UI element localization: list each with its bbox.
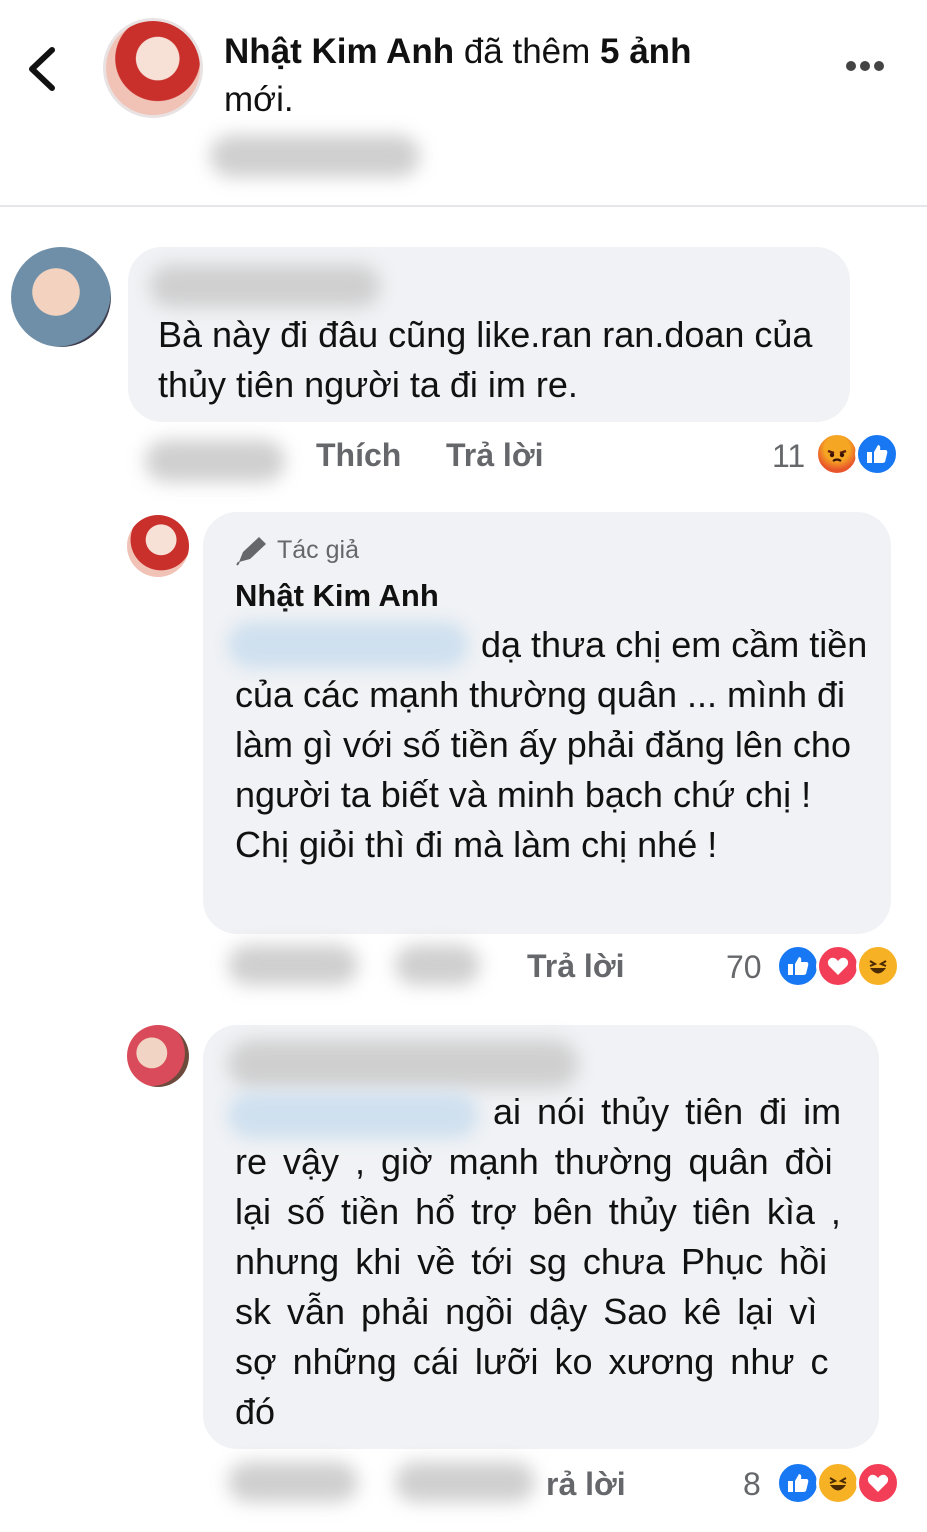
redacted-like <box>395 945 480 985</box>
divider <box>0 205 927 207</box>
commenter-avatar[interactable] <box>11 247 111 347</box>
new-text: mới. <box>224 80 294 119</box>
author-avatar-small[interactable] <box>127 515 189 577</box>
chevron-left-icon <box>29 47 55 91</box>
redacted-commenter-name <box>150 265 380 307</box>
redacted-like <box>395 1462 535 1502</box>
pen-icon <box>235 534 269 571</box>
redacted-timestamp <box>210 135 420 177</box>
haha-icon <box>816 1461 860 1505</box>
haha-icon <box>856 944 900 988</box>
reply-author-name[interactable]: Nhật Kim Anh <box>235 578 439 614</box>
love-icon <box>816 944 860 988</box>
post-header-title: Nhật Kim Anh đã thêm 5 ảnh mới. <box>224 28 784 124</box>
commenter-avatar-small[interactable] <box>127 1025 189 1087</box>
more-dots-icon <box>846 61 856 71</box>
more-options-button[interactable] <box>846 58 888 78</box>
back-button[interactable] <box>22 44 62 94</box>
reaction-count[interactable]: 70 <box>726 949 762 986</box>
author-badge: Tác giả <box>277 536 359 564</box>
author-avatar[interactable] <box>103 18 203 118</box>
added-text: đã thêm <box>463 32 591 71</box>
redacted-time <box>228 1462 358 1502</box>
like-icon <box>776 944 820 988</box>
angry-icon <box>815 432 859 476</box>
like-icon <box>776 1461 820 1505</box>
comment-text: Bà này đi đâu cũng like.ran ran.doan của… <box>158 314 813 405</box>
reply-text: dạ thưa chị em cầm tiền của các mạnh thư… <box>235 624 868 865</box>
redacted-time <box>145 440 285 482</box>
redacted-commenter-name <box>228 1040 578 1088</box>
photo-count[interactable]: 5 ảnh <box>600 32 691 71</box>
love-icon <box>856 1461 900 1505</box>
reply-button[interactable]: Trả lời <box>446 437 543 474</box>
reaction-count[interactable]: 8 <box>743 1466 761 1503</box>
reply-button[interactable]: Trả lời <box>527 948 624 985</box>
comment-text: ai nói thủy tiên đi im re vậy , giờ mạnh… <box>235 1091 842 1432</box>
redacted-time <box>228 945 358 985</box>
like-button[interactable]: Thích <box>316 437 401 474</box>
like-icon <box>855 432 899 476</box>
reply-button[interactable]: rả lời <box>546 1466 626 1503</box>
reaction-count[interactable]: 11 <box>772 438 805 475</box>
author-name-link[interactable]: Nhật Kim Anh <box>224 32 454 71</box>
